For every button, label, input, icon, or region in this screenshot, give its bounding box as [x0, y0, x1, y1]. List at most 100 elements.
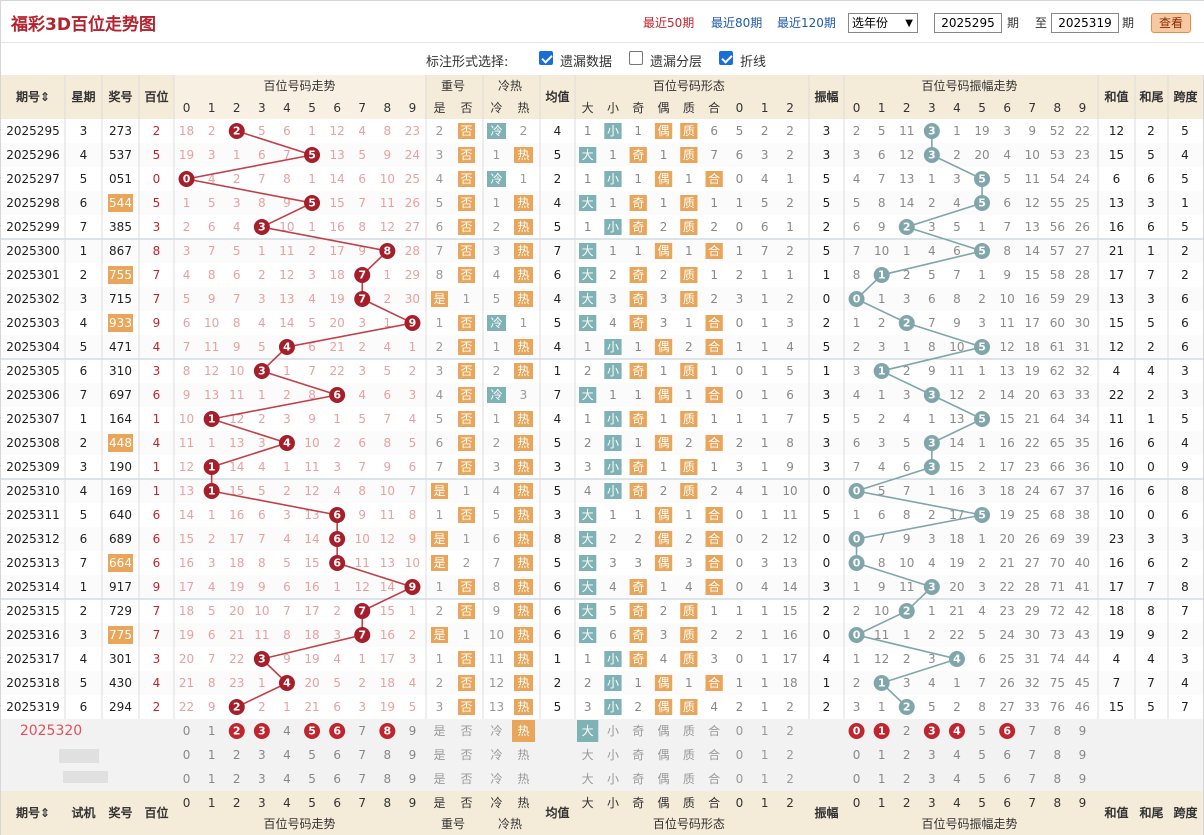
cell-shape: 4 — [761, 580, 769, 594]
start-period-input[interactable]: 2025295 — [934, 13, 1002, 33]
cell-shape: 合 — [708, 171, 720, 186]
checkbox-polyline[interactable] — [719, 51, 733, 65]
cell-avg: 4 — [554, 292, 562, 306]
checkbox-missing-data-label[interactable]: 遗漏数据 — [560, 51, 612, 70]
cell-amp-miss: 8 — [903, 508, 911, 522]
cell-amplitude: 5 — [823, 412, 831, 426]
cell-amp-miss: 7 — [853, 460, 861, 474]
predict-coldhot: 热 — [517, 772, 529, 786]
predict-shape: 2 — [786, 748, 794, 762]
cell-shape: 奇 — [632, 412, 644, 426]
cell-shape: 1 — [710, 196, 718, 210]
predict-shape: 大 — [582, 724, 594, 738]
cell-miss: 23 — [405, 124, 420, 138]
cell-avg: 1 — [554, 652, 562, 666]
cell-miss: 15 — [330, 196, 345, 210]
predict-repeat: 否 — [460, 772, 472, 786]
cell-coldhot: 热 — [517, 556, 529, 570]
cell-shape: 1 — [584, 220, 592, 234]
cell-shape: 5 — [761, 196, 769, 210]
cell-coldhot: 3 — [520, 388, 528, 402]
cell-amp-miss: 20 — [974, 148, 989, 162]
cell-miss: 10 — [304, 436, 319, 450]
cell-miss: 2 — [384, 292, 392, 306]
cell-hundreds: 7 — [153, 604, 161, 618]
cell-amp-miss: 22 — [1025, 436, 1040, 450]
cell-shape: 1 — [685, 316, 693, 330]
trend-ball-label: 7 — [358, 629, 366, 642]
cell-period: 2025297 — [6, 172, 59, 186]
cell-miss: 3 — [308, 268, 316, 282]
cell-amp-miss: 8 — [928, 340, 936, 354]
end-period-input[interactable]: 2025319 — [1051, 13, 1119, 33]
cell-shape: 15 — [782, 604, 797, 618]
cell-amp-miss: 4 — [928, 676, 936, 690]
cell-avg: 1 — [554, 364, 562, 378]
checkbox-polyline-label[interactable]: 折线 — [740, 51, 766, 70]
cell-coldhot: 1 — [493, 148, 501, 162]
cell-sumtail: 0 — [1147, 508, 1155, 522]
cell-amplitude: 5 — [823, 196, 831, 210]
cell-miss: 3 — [358, 700, 366, 714]
cell-amp-miss: 5 — [978, 628, 986, 642]
cell-coldhot: 6 — [493, 532, 501, 546]
cell-shape: 合 — [708, 579, 720, 594]
filter-recent-50[interactable]: 最近50期 — [643, 14, 694, 31]
amp-ball-label: 5 — [978, 341, 986, 354]
view-button[interactable]: 查看 — [1151, 13, 1191, 33]
header-weekday: 星期 — [71, 89, 95, 104]
cell-miss: 26 — [405, 196, 420, 210]
year-select[interactable]: 选年份 ▼ — [848, 13, 918, 33]
cell-miss: 6 — [358, 436, 366, 450]
footer-amp-digit: 4 — [953, 796, 961, 810]
checkbox-missing-data[interactable] — [539, 51, 553, 65]
cell-shape: 1 — [584, 412, 592, 426]
cell-amp-miss: 5 — [928, 268, 936, 282]
footer-shape-6: 0 — [736, 796, 744, 810]
cell-miss: 19 — [304, 652, 319, 666]
cell-miss: 6 — [233, 268, 241, 282]
cell-shape: 2 — [710, 484, 718, 498]
cell-miss: 16 — [304, 580, 319, 594]
amp-predict-digit: 9 — [1079, 724, 1087, 738]
cell-amp-miss: 2 — [928, 196, 936, 210]
table-row — [1, 287, 1203, 311]
cell-coldhot: 热 — [517, 244, 529, 258]
cell-repeat: 否 — [460, 220, 472, 234]
cell-shape: 偶 — [658, 388, 670, 402]
cell-weekday: 3 — [80, 460, 88, 474]
cell-repeat: 7 — [436, 244, 444, 258]
predict-ball-label: 2 — [233, 725, 241, 738]
cell-shape: 1 — [634, 124, 642, 138]
footer-amp-digit: 9 — [1079, 796, 1087, 810]
predict-period: 2025320 — [20, 723, 82, 739]
filter-recent-120[interactable]: 最近120期 — [777, 14, 836, 31]
footer-digit: 5 — [308, 796, 316, 810]
cell-weekday: 5 — [80, 340, 88, 354]
cell-shape: 1 — [660, 148, 668, 162]
predict-shape: 小 — [607, 772, 619, 786]
header-digit-2: 2 — [233, 101, 241, 115]
footer-avg: 均值 — [545, 805, 569, 820]
cell-coldhot: 13 — [489, 700, 504, 714]
cell-coldhot: 3 — [493, 244, 501, 258]
amp-predict-label: 1 — [878, 725, 886, 738]
filter-recent-80[interactable]: 最近80期 — [711, 14, 762, 31]
predict-shape: 1 — [761, 772, 769, 786]
trend-ball-label: 0 — [183, 173, 191, 186]
amp-predict-digit: 8 — [1054, 724, 1062, 738]
predict-digit: 3 — [258, 772, 266, 786]
cell-miss: 11 — [179, 436, 194, 450]
cell-shape: 3 — [660, 628, 668, 642]
cell-amp-miss: 25 — [1075, 196, 1090, 210]
cell-shape: 4 — [609, 316, 617, 330]
cell-span: 7 — [1181, 604, 1189, 618]
checkbox-missing-layer-label[interactable]: 遗漏分层 — [650, 51, 702, 70]
cell-miss: 1 — [409, 604, 417, 618]
cell-miss: 4 — [409, 676, 417, 690]
cell-shape: 偶 — [658, 172, 670, 186]
cell-award: 933 — [109, 316, 132, 330]
cell-amp-miss: 57 — [1050, 244, 1065, 258]
checkbox-missing-layer[interactable] — [629, 51, 643, 65]
cell-repeat: 1 — [463, 532, 471, 546]
